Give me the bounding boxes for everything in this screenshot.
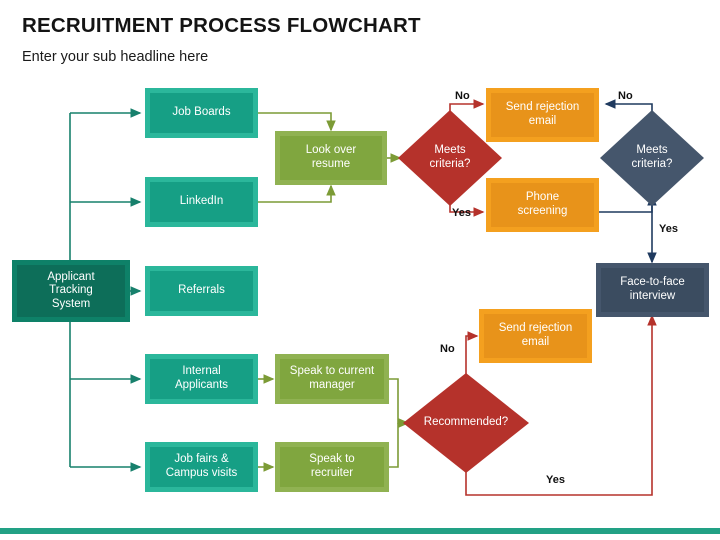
node-label: Job Boards	[172, 106, 231, 119]
decision-label: Meets criteria?	[631, 144, 673, 170]
node-referrals[interactable]: Referrals	[145, 266, 258, 316]
node-label: Send rejection email	[498, 322, 573, 348]
node-linkedin[interactable]: LinkedIn	[145, 177, 258, 227]
node-label: Internal Applicants	[174, 365, 229, 391]
node-label: Look over resume	[305, 144, 357, 170]
node-label: Speak to current manager	[289, 365, 375, 391]
node-internal-applicants[interactable]: Internal Applicants	[145, 354, 258, 404]
node-label: Send rejection email	[505, 101, 580, 127]
edge-label-resume-no: No	[455, 90, 470, 102]
node-send-rejection-email-top[interactable]: Send rejection email	[486, 88, 599, 142]
decision-meets-criteria-phone[interactable]: Meets criteria?	[600, 110, 704, 206]
node-label: LinkedIn	[179, 195, 224, 208]
node-job-boards[interactable]: Job Boards	[145, 88, 258, 138]
node-label: Referrals	[178, 284, 225, 297]
node-job-fairs-campus-visits[interactable]: Job fairs & Campus visits	[145, 442, 258, 492]
decision-meets-criteria-resume[interactable]: Meets criteria?	[398, 110, 502, 206]
decision-recommended[interactable]: Recommended?	[403, 373, 529, 473]
node-label: Face-to-face interview	[620, 276, 685, 302]
node-speak-to-current-manager[interactable]: Speak to current manager	[275, 354, 389, 404]
footer-accent-bar	[0, 528, 720, 534]
node-speak-to-recruiter[interactable]: Speak to recruiter	[275, 442, 389, 492]
decision-label: Meets criteria?	[429, 144, 471, 170]
page-subtitle: Enter your sub headline here	[22, 49, 209, 65]
edge-label-resume-yes: Yes	[452, 207, 471, 219]
node-label: Job fairs & Campus visits	[165, 453, 238, 479]
node-label: Phone screening	[517, 191, 568, 217]
node-phone-screening[interactable]: Phone screening	[486, 178, 599, 232]
node-send-rejection-email-bottom[interactable]: Send rejection email	[479, 309, 592, 363]
decision-label: Recommended?	[423, 416, 509, 429]
edge-label-phone-no: No	[618, 90, 633, 102]
node-label: Applicant Tracking System	[47, 270, 95, 310]
page-title: RECRUITMENT PROCESS FLOWCHART	[22, 14, 421, 37]
node-look-over-resume[interactable]: Look over resume	[275, 131, 387, 185]
node-label: Speak to recruiter	[309, 453, 355, 479]
edge-label-recommended-yes: Yes	[546, 474, 565, 486]
node-face-to-face-interview[interactable]: Face-to-face interview	[596, 263, 709, 317]
edge-label-phone-yes: Yes	[659, 223, 678, 235]
flowchart-canvas: RECRUITMENT PROCESS FLOWCHART Enter your…	[0, 0, 720, 540]
node-applicant-tracking-system[interactable]: Applicant Tracking System	[12, 260, 130, 322]
edge-label-recommended-no: No	[440, 343, 455, 355]
